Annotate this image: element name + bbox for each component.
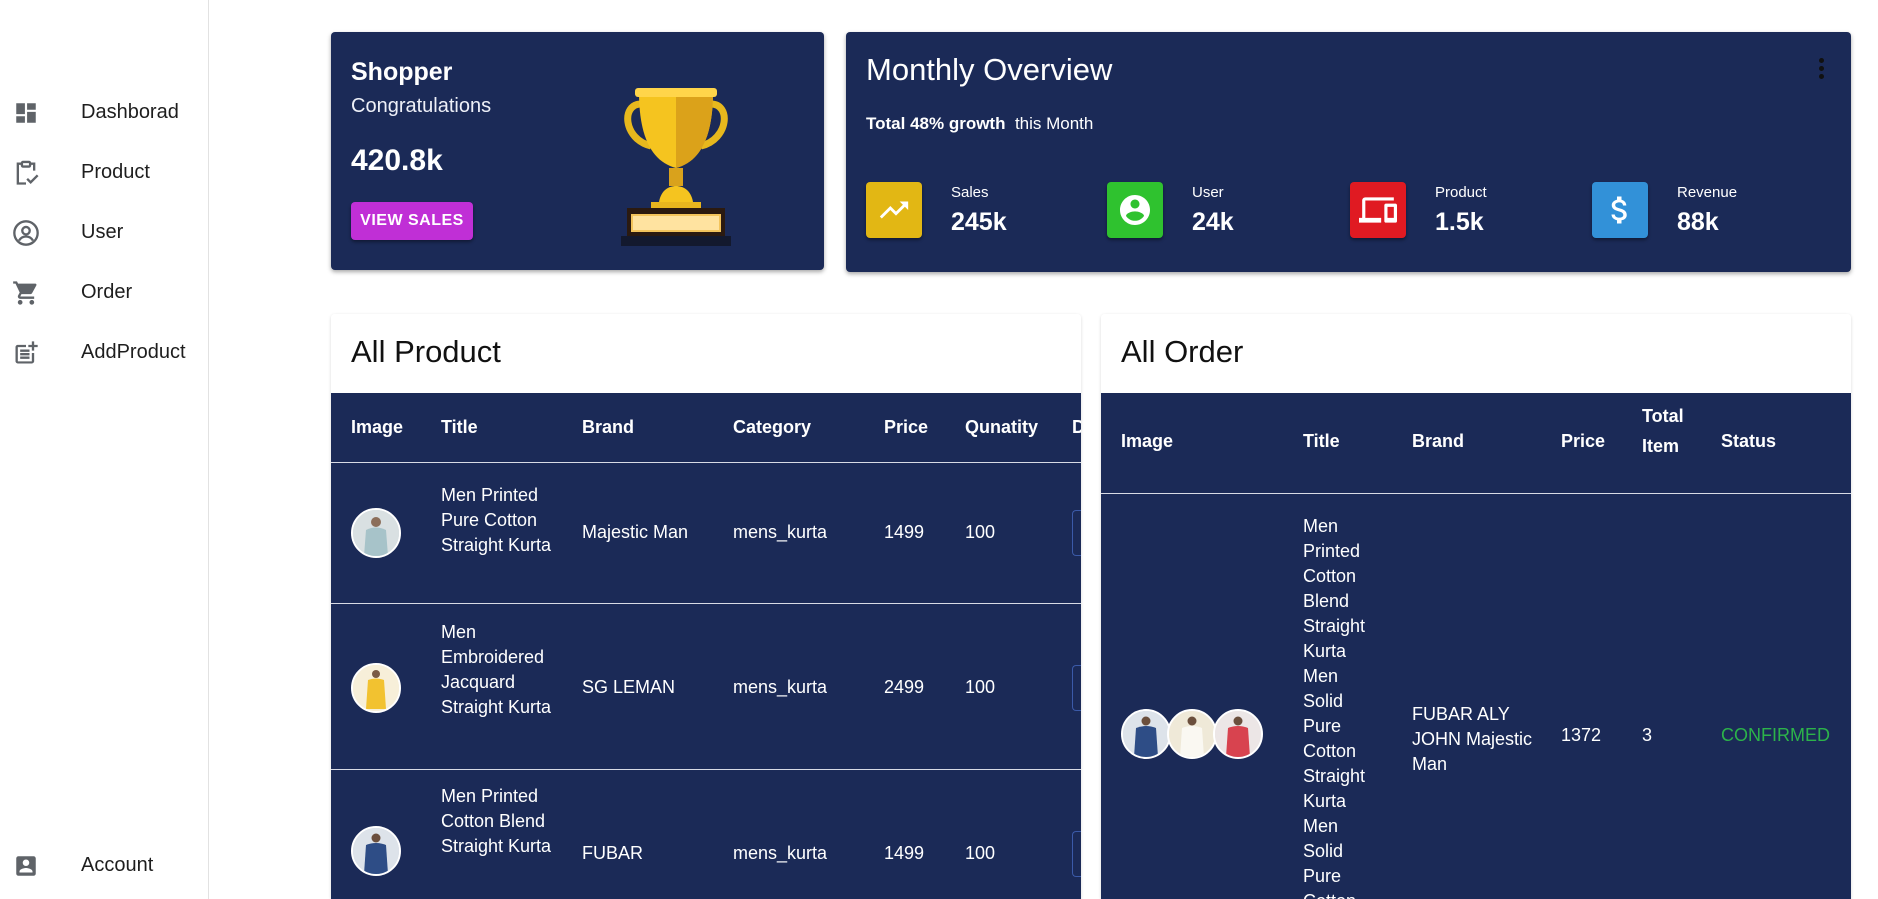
column-header[interactable]: Image <box>351 417 403 438</box>
product-image <box>1213 709 1263 759</box>
order-table: Image Title Brand Price Total Item Statu… <box>1101 393 1851 899</box>
divider <box>1101 493 1851 494</box>
product-image <box>351 663 401 713</box>
panel-header: All Order <box>1101 314 1851 393</box>
cart-icon <box>12 279 40 307</box>
column-header[interactable]: Title <box>1303 431 1340 452</box>
sidebar-item-label: Account <box>81 853 154 876</box>
product-brand: FUBAR <box>582 843 644 863</box>
product-title: Men Printed Pure Cotton Straight Kurta <box>441 485 552 555</box>
divider <box>331 769 1081 770</box>
product-category: mens_kurta <box>733 677 828 697</box>
product-brand: Majestic Man <box>582 522 689 542</box>
column-header[interactable]: Price <box>1561 431 1605 452</box>
product-quantity: 100 <box>965 522 996 542</box>
column-header[interactable]: Title <box>441 417 478 438</box>
devices-icon <box>1350 182 1406 238</box>
product-brand: SG LEMAN <box>582 677 676 697</box>
monthly-overview-card: Monthly Overview Total 48% growth this M… <box>846 32 1851 272</box>
divider <box>331 462 1081 463</box>
sidebar-item-label: User <box>81 220 124 243</box>
order-title: Men Printed Cotton Blend Straight Kurta … <box>1303 516 1366 899</box>
shopper-title: Shopper <box>351 58 453 86</box>
sidebar-item-product[interactable]: Product <box>0 147 209 197</box>
delete-button[interactable] <box>1072 665 1081 711</box>
order-brand: FUBAR ALY JOHN Majestic Man <box>1412 704 1533 774</box>
order-total-item: 3 <box>1642 725 1653 745</box>
divider <box>331 603 1081 604</box>
overview-title: Monthly Overview <box>866 52 1113 87</box>
stat-value: 24k <box>1192 208 1234 236</box>
stat-value: 245k <box>951 208 1007 236</box>
shopper-card: Shopper Congratulations 420.8k VIEW SALE… <box>331 32 824 270</box>
sidebar-item-label: Order <box>81 280 133 303</box>
overview-growth: Total 48% growth this Month <box>866 114 1093 134</box>
trending-up-icon <box>866 182 922 238</box>
column-header[interactable]: D <box>1072 417 1081 438</box>
column-header[interactable]: Qunatity <box>965 417 1038 438</box>
column-header[interactable]: Brand <box>1412 431 1464 452</box>
shopper-subtitle: Congratulations <box>351 95 492 117</box>
product-price: 1499 <box>884 843 925 863</box>
product-quantity: 100 <box>965 677 996 697</box>
trophy-icon <box>621 84 731 259</box>
stat-value: 1.5k <box>1435 208 1484 236</box>
panel-title: All Product <box>351 334 501 369</box>
product-title: Men Embroidered Jacquard Straight Kurta <box>441 622 552 717</box>
account-circle-icon <box>12 219 40 247</box>
stat-label: User <box>1192 184 1224 201</box>
sidebar-item-order[interactable]: Order <box>0 267 209 317</box>
shopper-value: 420.8k <box>351 144 443 177</box>
growth-bold: Total 48% growth <box>866 114 1006 133</box>
all-product-panel: All Product Image Title Brand Category P… <box>331 314 1081 899</box>
sidebar-item-account[interactable]: Account <box>0 840 209 890</box>
delete-button[interactable] <box>1072 831 1081 877</box>
panel-header: All Product <box>331 314 1081 393</box>
column-header[interactable]: Brand <box>582 417 634 438</box>
stat-value: 88k <box>1677 208 1719 236</box>
dollar-icon <box>1592 182 1648 238</box>
more-options-icon[interactable] <box>1819 58 1825 80</box>
product-table: Image Title Brand Category Price Qunatit… <box>331 393 1081 899</box>
product-category: mens_kurta <box>733 522 828 542</box>
product-image <box>351 508 401 558</box>
column-header[interactable]: Category <box>733 417 811 438</box>
account-box-icon <box>12 852 40 880</box>
product-quantity: 100 <box>965 843 996 863</box>
view-sales-button[interactable]: VIEW SALES <box>351 202 473 240</box>
product-price: 2499 <box>884 677 925 697</box>
all-order-panel: All Order Image Title Brand Price Total … <box>1101 314 1851 899</box>
sidebar: Dashborad Product User Order AddProduct … <box>0 0 209 899</box>
column-header[interactable]: Price <box>884 417 928 438</box>
status-badge: CONFIRMED <box>1721 725 1830 745</box>
sidebar-item-label: Dashborad <box>81 100 179 123</box>
column-header[interactable]: Total Item <box>1642 401 1692 461</box>
stat-label: Sales <box>951 184 989 201</box>
panel-title: All Order <box>1121 334 1244 369</box>
dashboard-icon <box>12 99 40 127</box>
delete-button[interactable] <box>1072 510 1081 556</box>
product-image <box>1167 709 1217 759</box>
account-circle-icon <box>1107 182 1163 238</box>
stat-label: Product <box>1435 184 1487 201</box>
column-header[interactable]: Image <box>1121 431 1173 452</box>
product-image <box>1121 709 1171 759</box>
sidebar-item-user[interactable]: User <box>0 207 209 257</box>
product-category: mens_kurta <box>733 843 828 863</box>
sidebar-item-addproduct[interactable]: AddProduct <box>0 327 209 377</box>
product-price: 1499 <box>884 522 925 542</box>
stat-label: Revenue <box>1677 184 1738 201</box>
sidebar-item-label: AddProduct <box>81 340 186 363</box>
growth-rest: this Month <box>1014 114 1094 133</box>
sidebar-item-label: Product <box>81 160 150 183</box>
post-add-icon <box>12 339 40 367</box>
product-image <box>351 826 401 876</box>
sidebar-item-dashboard[interactable]: Dashborad <box>0 87 209 137</box>
product-title: Men Printed Cotton Blend Straight Kurta <box>441 786 552 856</box>
order-price: 1372 <box>1561 725 1602 745</box>
column-header[interactable]: Status <box>1721 431 1776 452</box>
clipboard-check-icon <box>12 159 40 187</box>
